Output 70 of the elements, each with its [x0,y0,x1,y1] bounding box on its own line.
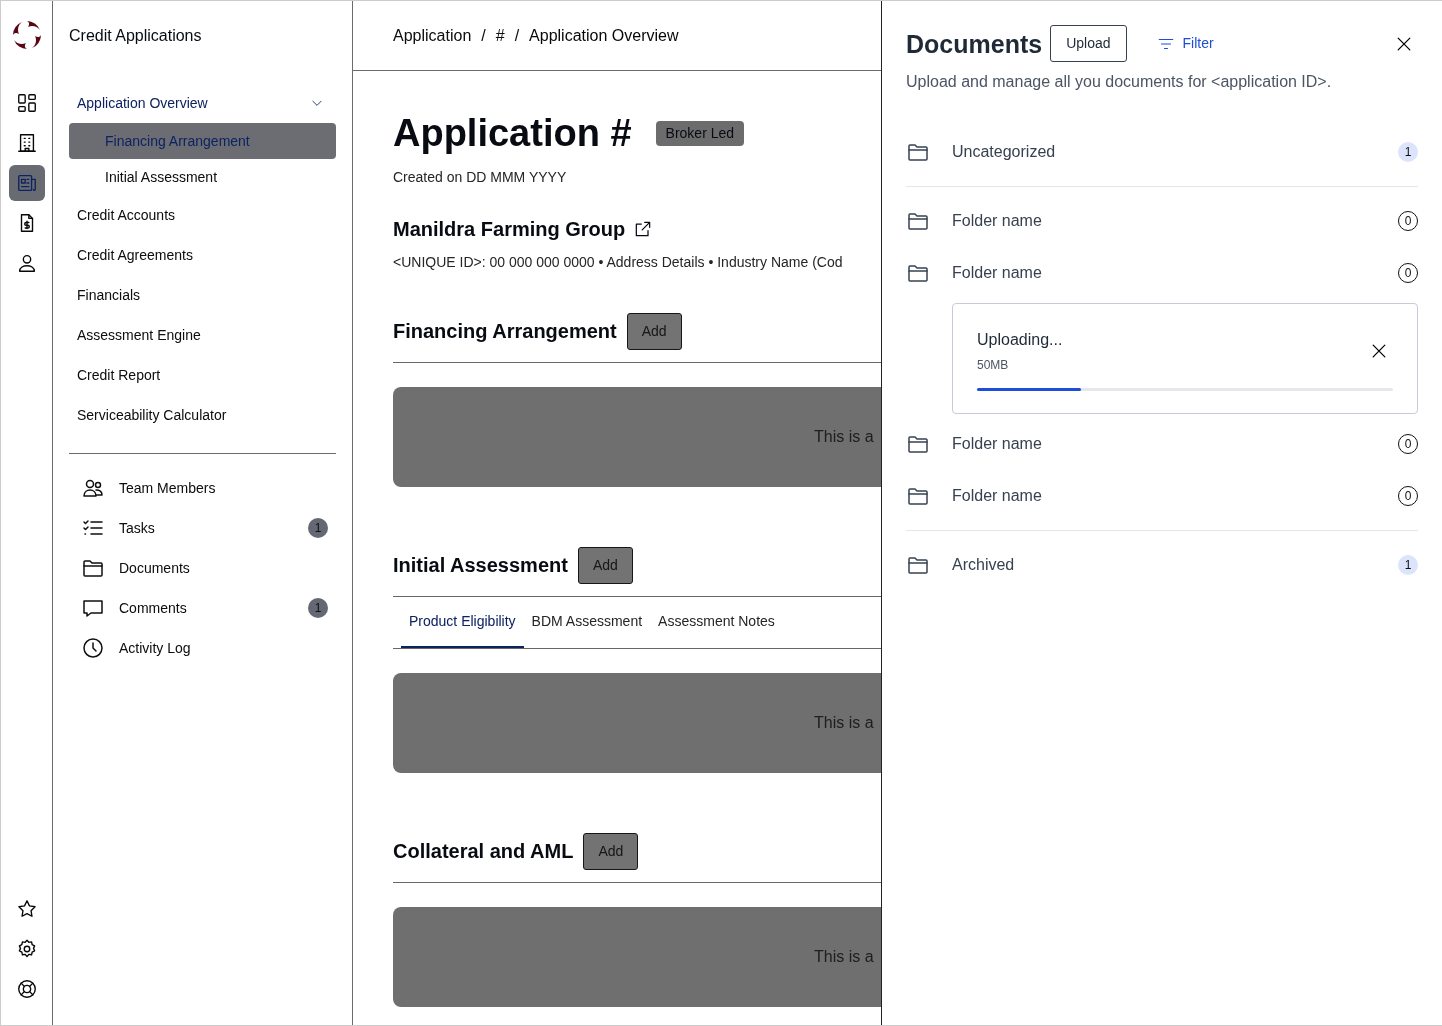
folder-name: Folder name [952,263,1042,283]
tool-item[interactable]: Team Members [69,468,336,508]
breadcrumb-separator: / [514,25,520,46]
folder-name: Folder name [952,486,1042,506]
upload-status: Uploading... [977,330,1063,350]
tool-item[interactable]: Comments 1 [69,588,336,628]
tool-label: Activity Log [119,638,191,658]
tool-item[interactable]: Documents [69,548,336,588]
clock-icon [81,636,105,660]
tool-label: Team Members [119,478,216,498]
tool-label: Documents [119,558,190,578]
created-date: Created on DD MMM YYYY [393,167,568,187]
folder-name: Folder name [952,211,1042,231]
nav-item[interactable]: Application Overview [53,83,352,123]
count-badge: 1 [308,598,328,618]
nav-subitem[interactable]: Initial Assessment [69,159,336,195]
placeholder-text: This is a [814,946,874,967]
building-icon [15,132,38,154]
folder-name: Folder name [952,434,1042,454]
tool-item[interactable]: Activity Log [69,628,336,668]
breadcrumb-separator: / [481,25,486,46]
tool-label: Comments [119,598,187,618]
status-tag: Broker Led [655,121,745,147]
drawer-title: Documents [906,28,1043,59]
newspaper-icon [15,172,38,194]
company-details: <UNIQUE ID>: 00 000 000 0000 • Address Details • Industry Name (Cod [393,252,844,272]
nav-item[interactable]: Credit Report [53,355,352,395]
placeholder-text: This is a [814,426,874,447]
lifebuoy-icon [15,978,38,1000]
add-button[interactable]: Add [577,546,633,584]
nav-item[interactable]: Serviceability Calculator [53,395,352,435]
folder-row[interactable]: Uncategorized 1 [906,126,1418,178]
placeholder-text: This is a [814,712,874,733]
folder-row[interactable]: Folder name 0 [906,247,1418,299]
breadcrumb-link[interactable]: Application Overview [529,23,679,48]
tab[interactable]: BDM Assessment [523,596,651,648]
section-title: Initial Assessment [393,553,568,578]
breadcrumb-link[interactable]: # [495,23,505,48]
page-title: Application # [393,111,632,156]
filter-button[interactable]: Filter [1150,32,1220,55]
upload-button[interactable]: Upload [1050,25,1127,62]
add-button[interactable]: Add [583,832,639,870]
folder-row[interactable]: Folder name 0 [906,418,1418,470]
count-badge: 1 [308,518,328,538]
count-badge: 1 [1398,142,1418,162]
nav-item[interactable]: Credit Accounts [53,195,352,235]
app-title: Credit Applications [68,26,203,46]
rail-button[interactable] [8,165,45,201]
file-size: 50MB [977,357,1010,374]
tool-item[interactable]: Tasks 1 [69,508,336,548]
count-badge: 1 [1398,555,1418,575]
tab[interactable]: Assessment Notes [650,596,783,648]
folder-row[interactable]: Archived 1 [906,539,1418,591]
add-button[interactable]: Add [626,312,682,350]
nav-item[interactable]: Assessment Engine [53,315,352,355]
folder-row[interactable]: Folder name 0 [906,470,1418,522]
folder-name: Archived [952,555,1015,575]
tab[interactable]: Product Eligibility [401,596,524,648]
section-title: Collateral and AML [393,839,574,864]
tool-label: Tasks [119,518,155,538]
drawer-description: Upload and manage all you documents for <application ID>. [906,72,1333,92]
folder-row[interactable]: Folder name 0 [906,195,1418,247]
nav-item[interactable]: Financials [53,275,352,315]
star-icon [15,898,38,920]
folder-name: Uncategorized [952,142,1056,162]
breadcrumb-link[interactable]: Application [393,23,472,48]
section-title: Financing Arrangement [393,319,617,344]
company-name: Manildra Farming Group [393,216,626,242]
grid-icon [15,92,38,114]
nav-item[interactable]: Credit Agreements [53,235,352,275]
